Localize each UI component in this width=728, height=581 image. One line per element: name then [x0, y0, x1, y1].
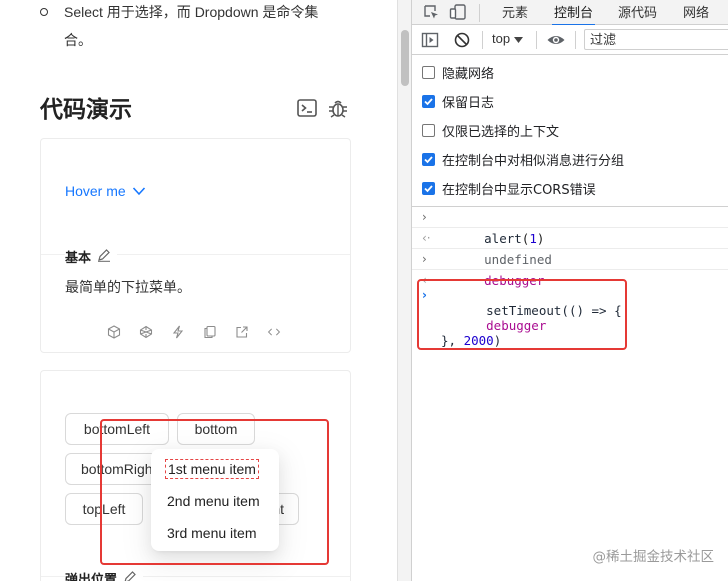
- edit-icon[interactable]: [123, 570, 137, 581]
- prompt-code-number: 2000: [463, 333, 494, 348]
- toolbar-separator: [479, 4, 480, 22]
- device-toolbar-icon[interactable]: [449, 3, 467, 21]
- card-description: 最简单的下拉菜单。: [65, 279, 191, 295]
- dropdown-menu-item-label: 2nd menu item: [167, 493, 260, 509]
- console-input-entry: › debugger: [412, 249, 728, 288]
- top-left-button[interactable]: topLeft: [65, 493, 143, 525]
- console-result-entry: ‹·undefined: [412, 228, 728, 267]
- dropdown-menu-item[interactable]: 1st menu item: [155, 453, 275, 485]
- dropdown-menu-item[interactable]: 3rd menu item: [155, 517, 275, 549]
- console-result-entry: ‹·undefined: [412, 270, 728, 284]
- setting-label: 仅限已选择的上下文: [442, 125, 560, 140]
- card-label: 基本: [65, 247, 118, 266]
- dropdown-menu-item-label: 1st menu item: [165, 459, 259, 479]
- prompt-code-line: ): [493, 333, 502, 348]
- tab-console[interactable]: 控制台: [551, 0, 596, 26]
- inspect-element-icon[interactable]: [422, 3, 440, 21]
- devtools-panel: 元素 控制台 源代码 网络 top 过滤 隐藏网络 保留日志 仅限已选择的上下文…: [412, 0, 728, 581]
- context-select-value: top: [492, 31, 511, 46]
- copy-icon[interactable]: [203, 325, 217, 339]
- setting-hide-network[interactable]: 隐藏网络: [412, 58, 728, 87]
- chevron-down-icon: [132, 183, 146, 199]
- page-scrollbar[interactable]: [397, 0, 412, 581]
- setting-preserve-log[interactable]: 保留日志: [412, 87, 728, 116]
- devtools-tab-bar: 元素 控制台 源代码 网络: [412, 0, 728, 26]
- demo-card-basic: Hover me 基本 最简单的下拉菜单。: [40, 138, 351, 353]
- sidebar-toggle-icon[interactable]: [421, 31, 439, 49]
- checkbox-checked[interactable]: [422, 182, 435, 195]
- clear-console-icon[interactable]: [453, 31, 471, 49]
- live-expression-eye-icon[interactable]: [546, 31, 566, 49]
- prompt-chevron-icon: ›: [422, 288, 427, 302]
- dropdown-menu: 1st menu item 2nd menu item 3rd menu ite…: [151, 449, 279, 551]
- bullet-text-continued: 合。: [64, 32, 92, 48]
- input-chevron-icon: ›: [422, 252, 427, 266]
- terminal-icon[interactable]: [296, 97, 318, 119]
- dropdown-trigger-label: Hover me: [65, 183, 126, 199]
- toolbar-separator: [575, 31, 576, 49]
- dropdown-trigger[interactable]: Hover me: [65, 183, 146, 199]
- bug-icon[interactable]: [327, 97, 349, 119]
- tab-elements[interactable]: 元素: [502, 0, 528, 25]
- toolbar-separator: [536, 31, 537, 49]
- console-settings: 隐藏网络 保留日志 仅限已选择的上下文 在控制台中对相似消息进行分组 在控制台中…: [412, 55, 728, 207]
- card-label-text: 弹出位置: [65, 572, 118, 581]
- checkbox-checked[interactable]: [422, 153, 435, 166]
- open-new-window-icon[interactable]: [235, 325, 249, 339]
- bottom-button[interactable]: bottom: [177, 413, 255, 445]
- caret-down-icon: [514, 31, 524, 46]
- context-select[interactable]: top: [492, 31, 524, 46]
- toolbar-separator: [482, 31, 483, 49]
- result-arrow-icon: ‹·: [422, 273, 431, 284]
- expand-code-icon[interactable]: [267, 325, 281, 339]
- card-label: 弹出位置: [65, 569, 144, 581]
- setting-show-cors-errors[interactable]: 在控制台中显示CORS错误: [412, 174, 728, 203]
- setting-group-similar[interactable]: 在控制台中对相似消息进行分组: [412, 145, 728, 174]
- scrollbar-thumb[interactable]: [401, 30, 409, 86]
- checkbox[interactable]: [422, 66, 435, 79]
- card-label-text: 基本: [65, 250, 92, 265]
- codesandbox-icon[interactable]: [107, 325, 121, 339]
- dropdown-menu-item[interactable]: 2nd menu item: [155, 485, 275, 517]
- documentation-page: Select 用于选择，而 Dropdown 是命令集 合。 代码演示 Hove…: [0, 0, 397, 581]
- prompt-code-line: setTimeout(() => {: [486, 303, 622, 318]
- console-output: ›alert(1) ‹·undefined ›debugger ‹·undefi…: [412, 207, 728, 363]
- section-title: 代码演示: [40, 97, 132, 123]
- bullet-item: Select 用于选择，而 Dropdown 是命令集 合。: [40, 0, 340, 56]
- edit-icon[interactable]: [97, 248, 111, 265]
- prompt-code-line: },: [441, 333, 464, 348]
- console-input-entry: › alert(1): [412, 207, 728, 246]
- setting-label: 隐藏网络: [442, 67, 495, 82]
- console-prompt[interactable]: › setTimeout(() => { debugger }, 2000): [412, 284, 728, 363]
- code-actions: [107, 325, 281, 339]
- checkbox-checked[interactable]: [422, 95, 435, 108]
- tab-sources[interactable]: 源代码: [618, 0, 657, 25]
- codepen-icon[interactable]: [139, 325, 153, 339]
- bottom-left-button[interactable]: bottomLeft: [65, 413, 169, 445]
- setting-label: 在控制台中显示CORS错误: [442, 183, 596, 198]
- result-arrow-icon: ‹·: [422, 231, 431, 245]
- watermark: @稀土掘金技术社区: [592, 549, 715, 565]
- checkbox[interactable]: [422, 124, 435, 137]
- setting-selected-context-only[interactable]: 仅限已选择的上下文: [412, 116, 728, 145]
- setting-label: 保留日志: [442, 96, 495, 111]
- console-filter-input[interactable]: 过滤: [584, 29, 728, 50]
- tab-network[interactable]: 网络: [683, 0, 709, 25]
- input-chevron-icon: ›: [422, 210, 427, 224]
- dropdown-menu-item-label: 3rd menu item: [167, 525, 257, 541]
- stackblitz-icon[interactable]: [171, 325, 185, 339]
- bullet-text: Select 用于选择，而 Dropdown 是命令集: [64, 4, 319, 20]
- console-toolbar: top 过滤: [412, 25, 728, 55]
- setting-label: 在控制台中对相似消息进行分组: [442, 154, 625, 169]
- prompt-code-keyword: debugger: [486, 318, 547, 333]
